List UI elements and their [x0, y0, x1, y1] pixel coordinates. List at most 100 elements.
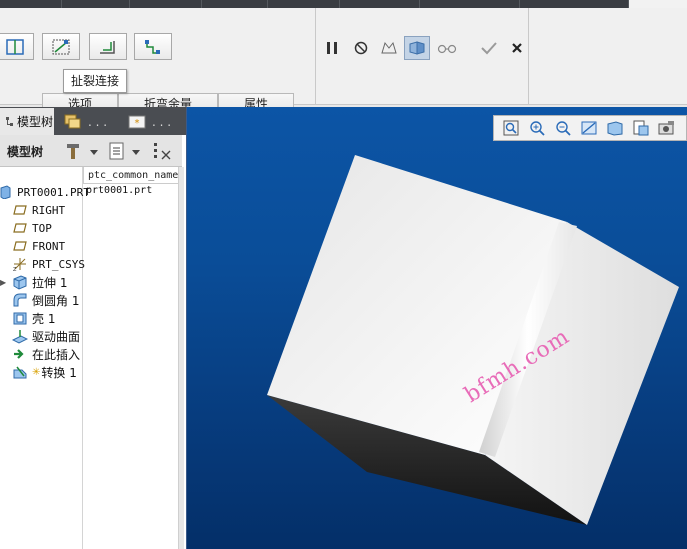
ribbon-separator: [315, 8, 316, 105]
svg-text:*: *: [135, 118, 140, 129]
tree-item-root-part[interactable]: PRT0001.PRT: [0, 183, 90, 201]
shell-icon: [12, 310, 28, 326]
settings-dropdown[interactable]: [90, 145, 98, 159]
ribbon-tab[interactable]: [268, 0, 340, 8]
ribbon-tab[interactable]: [202, 0, 268, 8]
tree-item-front[interactable]: FRONT: [12, 237, 65, 255]
panel-tab-bar: 模型树 . . . * . . .: [0, 107, 186, 135]
saved-orientations-button[interactable]: [630, 118, 652, 138]
tree-item-driving-surface[interactable]: 驱动曲面: [12, 327, 80, 345]
tree-item-shell[interactable]: 壳 1: [12, 309, 55, 327]
part-icon: [0, 184, 13, 200]
checkmark-icon: [481, 42, 497, 55]
tree-item-label: TOP: [32, 221, 52, 235]
ribbon-tab[interactable]: [420, 0, 520, 8]
ribbon-tab[interactable]: [130, 0, 202, 8]
cube-model[interactable]: [187, 107, 687, 549]
tab-model-tree[interactable]: 模型树: [0, 108, 54, 135]
tree-item-right[interactable]: RIGHT: [12, 201, 65, 219]
ribbon-tab[interactable]: [62, 0, 130, 8]
tab-favorites[interactable]: * . . .: [122, 108, 182, 135]
filter-button[interactable]: [152, 141, 174, 164]
view-toolbar: [493, 115, 687, 141]
view-manager-button[interactable]: [656, 118, 678, 138]
zoom-fit-button[interactable]: [500, 118, 522, 138]
svg-text:Z: Z: [13, 267, 17, 272]
zoom-fit-icon: [503, 120, 519, 136]
saved-orientations-icon: [633, 120, 649, 136]
tree-item-convert[interactable]: ✳ 转换 1: [12, 363, 77, 381]
close-icon: [512, 43, 522, 53]
repaint-button[interactable]: [578, 118, 600, 138]
tree-item-insert-here[interactable]: 在此插入: [12, 345, 80, 363]
confirm-button[interactable]: [476, 36, 502, 60]
verify-mode-button[interactable]: [434, 36, 460, 60]
tree-item-round[interactable]: 倒圆角 1: [12, 291, 79, 309]
display-style-icon: [607, 121, 623, 136]
extrude-icon: [12, 274, 28, 290]
rip-connect-icon: [145, 39, 160, 54]
pause-icon: [327, 42, 337, 54]
datum-plane-icon: [12, 238, 28, 254]
zoom-out-icon: [556, 121, 571, 136]
tree-item-label: 在此插入: [32, 347, 81, 362]
tree-item-prt-csys[interactable]: Z PRT_CSYS: [12, 255, 85, 273]
sketch-rip-button[interactable]: [89, 33, 127, 60]
attached-preview-icon: [409, 41, 425, 55]
ribbon-tab-active[interactable]: [629, 0, 687, 8]
show-button[interactable]: [108, 141, 126, 164]
glasses-icon: [437, 44, 457, 54]
tree-item-label: PRT_CSYS: [32, 257, 85, 271]
view-manager-icon: [658, 121, 674, 135]
tree-item-extrude[interactable]: ▶ 拉伸 1: [0, 273, 67, 291]
show-dropdown[interactable]: [132, 145, 140, 159]
top-tab-strip: [0, 0, 687, 8]
tooltip-rip-connect: 扯裂连接: [63, 69, 128, 93]
edge-rip-button[interactable]: [0, 33, 34, 60]
no-preview-button[interactable]: [348, 36, 374, 60]
column-header-common-name[interactable]: ptc_common_name: [83, 167, 182, 184]
display-style-button[interactable]: [604, 118, 626, 138]
ribbon-tab[interactable]: [520, 0, 629, 8]
list-icon: [109, 142, 124, 160]
edge-rip-icon: [6, 38, 24, 55]
ribbon-separator: [528, 8, 529, 105]
zoom-out-button[interactable]: [552, 118, 574, 138]
model-tree-panel: 模型树 . . . * . . . 模型树 ptc_common_name pr: [0, 107, 186, 549]
attached-preview-button[interactable]: [404, 36, 430, 60]
repaint-icon: [581, 121, 597, 135]
round-icon: [12, 292, 28, 308]
tree-item-label: 壳 1: [32, 311, 56, 326]
pause-button[interactable]: [319, 36, 345, 60]
surface-rip-icon: [52, 39, 70, 54]
tab-layers[interactable]: . . .: [58, 108, 120, 135]
sketch-rip-icon: [100, 40, 115, 54]
no-preview-icon: [354, 41, 368, 55]
expand-arrow-icon[interactable]: ▶: [0, 278, 8, 287]
datum-plane-icon: [12, 202, 28, 218]
settings-button[interactable]: [64, 141, 86, 164]
common-name-cell: prt0001.prt: [86, 185, 153, 196]
chevron-down-icon: [132, 150, 140, 155]
tree-icon: [6, 116, 13, 126]
ribbon-tab[interactable]: [340, 0, 420, 8]
tree-item-top[interactable]: TOP: [12, 219, 52, 237]
cancel-button[interactable]: [504, 36, 530, 60]
vertical-scrollbar[interactable]: [178, 167, 184, 549]
tree-item-label: PRT0001.PRT: [17, 185, 90, 199]
chevron-down-icon: [90, 150, 98, 155]
ribbon-tab[interactable]: [0, 0, 62, 8]
datum-plane-icon: [12, 220, 28, 236]
zoom-in-button[interactable]: [526, 118, 548, 138]
surface-rip-button[interactable]: [42, 33, 80, 60]
tab-layers-label: . . .: [88, 114, 108, 129]
tab-favorites-label: . . .: [152, 114, 172, 129]
separate-preview-button[interactable]: [376, 36, 402, 60]
tree-toolbar: 模型树: [0, 135, 182, 167]
rip-connect-button[interactable]: [134, 33, 172, 60]
column-divider[interactable]: [82, 167, 83, 549]
tree-item-label: 拉伸 1: [32, 275, 68, 290]
layers-icon: [64, 114, 81, 128]
tools-icon: [67, 144, 79, 159]
graphics-viewport[interactable]: bfmh.com: [186, 107, 687, 549]
